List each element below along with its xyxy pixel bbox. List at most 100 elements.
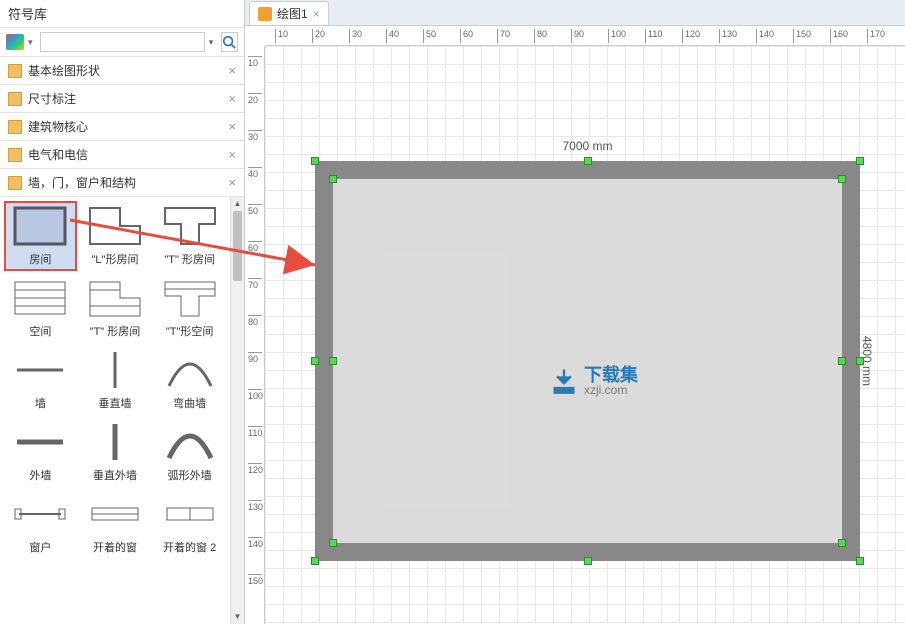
ruler-tick: 130 [719, 29, 737, 43]
shape-vertical-wall[interactable]: 垂直墙 [79, 345, 152, 415]
ruler-tick: 120 [682, 29, 700, 43]
ruler-tick: 90 [248, 352, 262, 364]
shape-l-room[interactable]: "L"形房间 [79, 201, 152, 271]
scroll-thumb[interactable] [233, 211, 242, 281]
tab-close-icon[interactable]: × [313, 7, 320, 21]
category-building-core[interactable]: 建筑物核心× [0, 113, 244, 141]
ruler-tick: 10 [275, 29, 288, 43]
shape-label: 垂直外墙 [93, 467, 137, 483]
scroll-down-icon[interactable]: ▼ [231, 610, 244, 624]
shape-t-room2[interactable]: "T" 形房间 [79, 273, 152, 343]
category-close-icon[interactable]: × [228, 175, 236, 190]
ruler-tick: 160 [830, 29, 848, 43]
shape-label: 窗户 [29, 539, 51, 555]
resize-handle[interactable] [311, 357, 319, 365]
ruler-tick: 140 [248, 537, 262, 549]
ruler-tick: 80 [248, 315, 262, 327]
category-close-icon[interactable]: × [228, 91, 236, 106]
resize-handle[interactable] [311, 557, 319, 565]
search-icon [222, 35, 236, 49]
resize-handle[interactable] [584, 557, 592, 565]
resize-handle[interactable] [584, 157, 592, 165]
shape-label: 墙 [35, 395, 46, 411]
shape-label: 外墙 [29, 467, 51, 483]
category-dimensions[interactable]: 尺寸标注× [0, 85, 244, 113]
search-input[interactable] [40, 32, 205, 52]
palette-dropdown-icon[interactable]: ▾ [28, 37, 36, 48]
ruler-tick: 40 [386, 29, 399, 43]
ruler-tick: 70 [497, 29, 510, 43]
ruler-tick: 120 [248, 463, 262, 475]
document-icon [258, 7, 272, 21]
resize-handle[interactable] [838, 357, 846, 365]
shape-label: 垂直墙 [98, 395, 131, 411]
resize-handle[interactable] [329, 539, 337, 547]
room-shape[interactable]: 7000 mm 4800 mm [315, 161, 860, 561]
resize-handle[interactable] [856, 557, 864, 565]
palette-icon[interactable] [6, 34, 24, 50]
resize-handle[interactable] [329, 357, 337, 365]
ruler-tick: 110 [645, 29, 662, 43]
ruler-tick: 80 [534, 29, 547, 43]
shape-label: 开着的窗 2 [163, 539, 216, 555]
ruler-vertical: 102030405060708090100110120130140150 [245, 46, 265, 624]
sidebar: 符号库 ▾ ▾ 基本绘图形状× 尺寸标注× 建筑物核心× 电气和电信× 墙，门，… [0, 0, 245, 624]
ruler-tick: 20 [312, 29, 325, 43]
category-close-icon[interactable]: × [228, 63, 236, 78]
ruler-tick: 150 [793, 29, 811, 43]
canvas[interactable]: 7000 mm 4800 mm [265, 46, 905, 624]
folder-icon [8, 120, 22, 134]
resize-handle[interactable] [856, 357, 864, 365]
search-button[interactable] [221, 32, 239, 52]
ruler-tick: 30 [248, 130, 262, 142]
ruler-tick: 110 [248, 426, 262, 438]
sidebar-title: 符号库 [0, 0, 244, 28]
shapes-scrollbar[interactable]: ▲ ▼ [230, 197, 244, 624]
resize-handle[interactable] [838, 539, 846, 547]
shape-open-window[interactable]: 开着的窗 [79, 489, 152, 559]
room-inner [333, 179, 842, 543]
ruler-horizontal: 1020304050607080901001101201301401501601… [265, 26, 905, 46]
tab-bar: 绘图1 × [245, 0, 905, 26]
shape-t-space[interactable]: "T"形空间 [153, 273, 226, 343]
shape-vertical-ext-wall[interactable]: 垂直外墙 [79, 417, 152, 487]
canvas-area: 绘图1 × 1020304050607080901001101201301401… [245, 0, 905, 624]
shape-window[interactable]: 窗户 [4, 489, 77, 559]
category-electrical[interactable]: 电气和电信× [0, 141, 244, 169]
shape-curved-wall[interactable]: 弯曲墙 [153, 345, 226, 415]
ruler-tick: 10 [248, 56, 262, 68]
shape-t-room[interactable]: "T" 形房间 [153, 201, 226, 271]
shapes-panel: 房间 "L"形房间 "T" 形房间 空间 "T" 形房间 "T"形空间 墙 垂直… [0, 197, 230, 624]
shape-label: 弯曲墙 [173, 395, 206, 411]
ruler-tick: 70 [248, 278, 262, 290]
resize-handle[interactable] [311, 157, 319, 165]
shape-room[interactable]: 房间 [4, 201, 77, 271]
folder-icon [8, 92, 22, 106]
shape-arc-ext-wall[interactable]: 弧形外墙 [153, 417, 226, 487]
category-basic-shapes[interactable]: 基本绘图形状× [0, 57, 244, 85]
category-walls-doors[interactable]: 墙，门，窗户和结构 × [0, 169, 244, 197]
resize-handle[interactable] [838, 175, 846, 183]
ruler-tick: 60 [460, 29, 473, 43]
search-dropdown-icon[interactable]: ▾ [209, 37, 217, 48]
shape-ext-wall[interactable]: 外墙 [4, 417, 77, 487]
shape-space[interactable]: 空间 [4, 273, 77, 343]
ruler-tick: 50 [248, 204, 262, 216]
tab-drawing1[interactable]: 绘图1 × [249, 1, 329, 25]
shape-label: 空间 [29, 323, 51, 339]
category-close-icon[interactable]: × [228, 147, 236, 162]
category-label: 墙，门，窗户和结构 [28, 174, 136, 191]
resize-handle[interactable] [856, 157, 864, 165]
category-close-icon[interactable]: × [228, 119, 236, 134]
ruler-tick: 90 [571, 29, 584, 43]
ruler-tick: 150 [248, 574, 262, 586]
shape-wall[interactable]: 墙 [4, 345, 77, 415]
shape-label: 房间 [29, 251, 51, 267]
shape-open-window-2[interactable]: 开着的窗 2 [153, 489, 226, 559]
ruler-tick: 20 [248, 93, 262, 105]
folder-icon [8, 148, 22, 162]
ruler-tick: 170 [867, 29, 885, 43]
resize-handle[interactable] [329, 175, 337, 183]
scroll-up-icon[interactable]: ▲ [231, 197, 244, 211]
shape-label: "L"形房间 [92, 251, 139, 267]
